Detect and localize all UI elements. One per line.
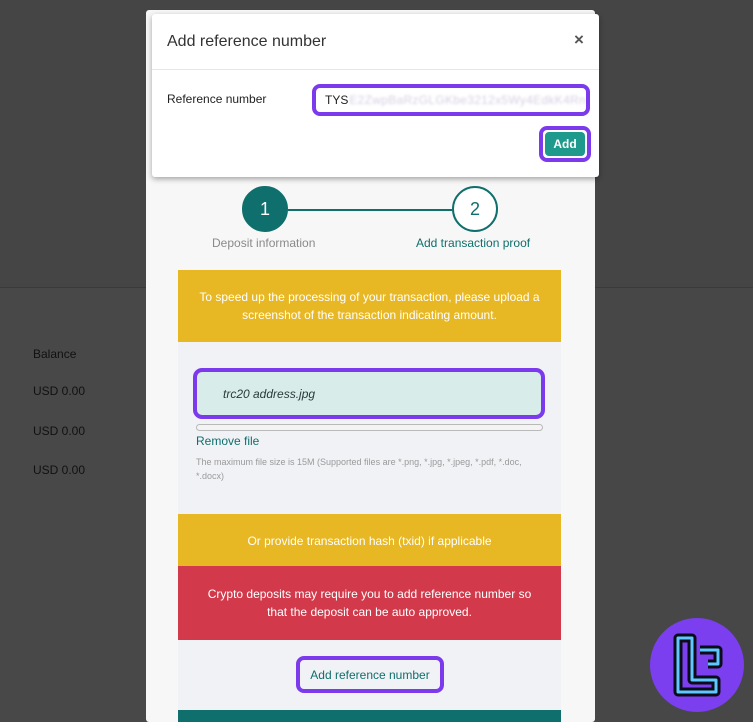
add-reference-dialog: Add reference number × Reference number … [152, 14, 599, 177]
reference-value-blurred: E2ZwpBaRzGLGKbe3212x5Wy4EdkK4Rn [349, 93, 586, 107]
balance-row: USD 0.00 [33, 424, 86, 438]
submit-bar [178, 710, 561, 722]
file-size-hint: The maximum file size is 15M (Supported … [196, 457, 522, 481]
dialog-title: Add reference number [167, 33, 327, 50]
brand-logo-icon [673, 633, 723, 697]
upload-progress-bar [196, 424, 543, 431]
balance-label: Balance [33, 347, 77, 361]
uploaded-file[interactable]: trc20 address.jpg [193, 368, 545, 419]
balance-row: USD 0.00 [33, 463, 86, 477]
add-button[interactable]: Add [539, 126, 591, 162]
dialog-divider [152, 69, 599, 70]
reference-number-label: Reference number [167, 92, 267, 106]
upload-notice: To speed up the processing of your trans… [178, 270, 561, 342]
reference-value-prefix: TYS [325, 93, 349, 107]
brand-logo [650, 618, 744, 712]
remove-file-link[interactable]: Remove file [196, 434, 259, 448]
step-1-label: Deposit information [212, 236, 316, 250]
reference-number-input[interactable]: TYS E2ZwpBaRzGLGKbe3212x5Wy4EdkK4Rn [312, 84, 590, 116]
reference-warning: Crypto deposits may require you to add r… [178, 566, 561, 640]
add-button-label: Add [545, 132, 585, 156]
step-2-circle: 2 [452, 186, 498, 232]
stepper-connector [288, 209, 452, 211]
step-1-circle: 1 [242, 186, 288, 232]
step-2-label: Add transaction proof [416, 236, 531, 250]
close-icon[interactable]: × [574, 30, 584, 50]
balance-row: USD 0.00 [33, 384, 86, 398]
hash-notice: Or provide transaction hash (txid) if ap… [178, 514, 561, 566]
add-reference-number-button[interactable]: Add reference number [296, 656, 444, 693]
